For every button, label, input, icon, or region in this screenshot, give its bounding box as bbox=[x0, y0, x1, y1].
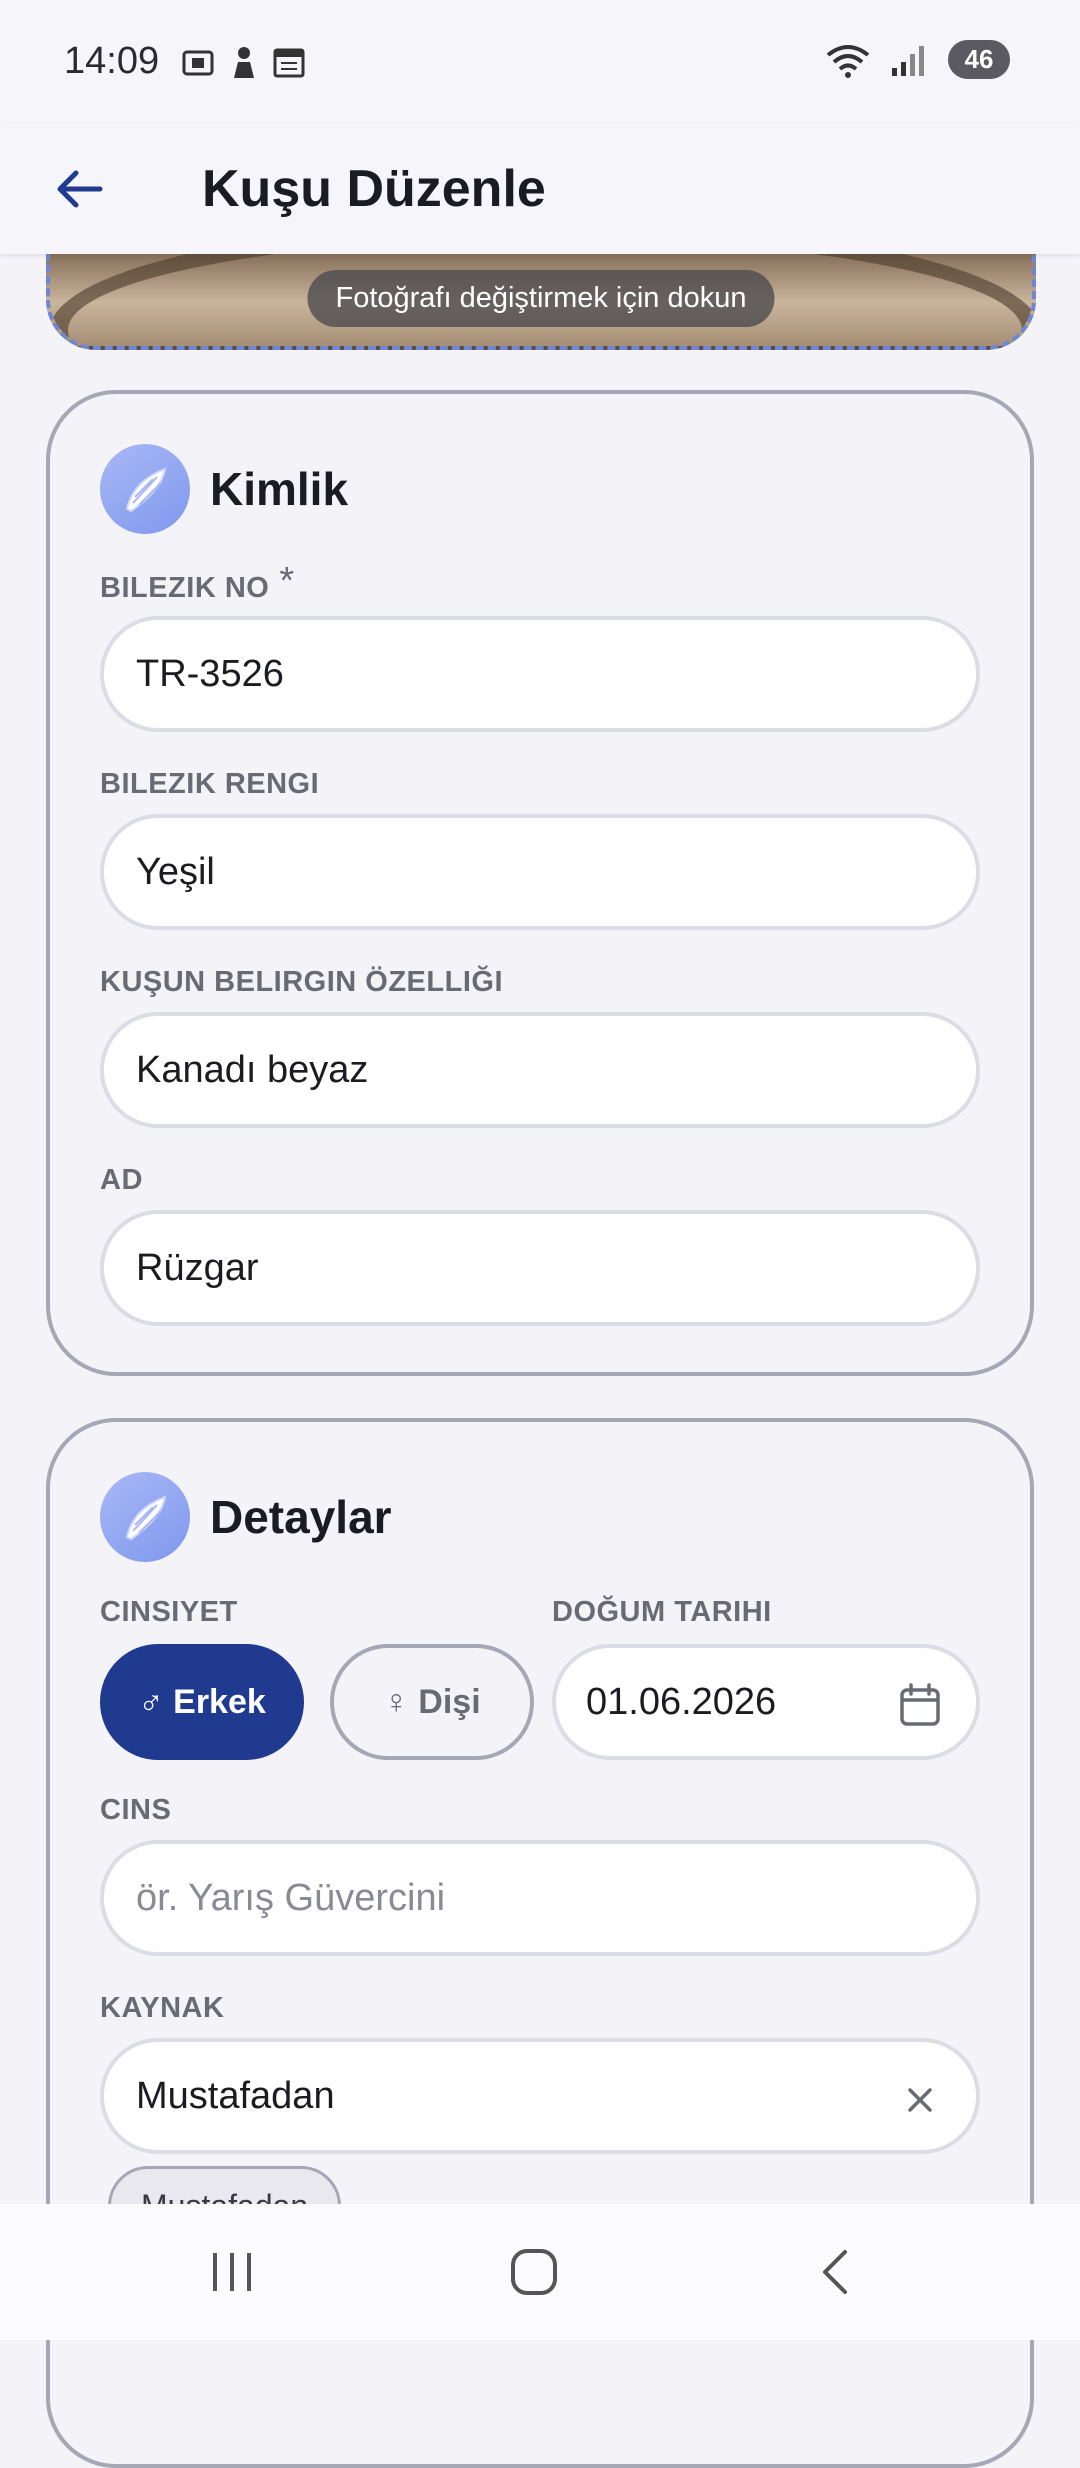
person-icon bbox=[234, 47, 254, 78]
name-field[interactable]: Rüzgar bbox=[100, 1210, 980, 1326]
details-header: Detaylar bbox=[100, 1472, 392, 1562]
source-label: KAYNAK bbox=[100, 1992, 225, 2024]
signal-icon bbox=[892, 45, 924, 76]
status-time: 14:09 bbox=[64, 40, 160, 82]
ring-no-label-text: BILEZIK NO bbox=[100, 572, 270, 604]
birth-date-label: DOĞUM TARIHI bbox=[552, 1596, 772, 1628]
status-icons-left bbox=[180, 44, 306, 80]
identity-title: Kimlik bbox=[210, 463, 349, 515]
system-nav-bar bbox=[0, 2204, 1080, 2340]
feature-label: KUŞUN BELIRGIN ÖZELLIĞI bbox=[100, 966, 503, 998]
breed-placeholder: ör. Yarış Güvercini bbox=[136, 1876, 446, 1919]
details-title: Detaylar bbox=[210, 1491, 392, 1543]
breed-field[interactable]: ör. Yarış Güvercini bbox=[100, 1840, 980, 1956]
close-icon[interactable] bbox=[900, 2080, 940, 2120]
battery-indicator: 46 bbox=[948, 40, 1010, 79]
recent-apps-icon bbox=[213, 2253, 251, 2291]
breed-label: CINS bbox=[100, 1794, 172, 1826]
calendar-icon[interactable] bbox=[898, 1682, 942, 1728]
back-button[interactable] bbox=[32, 141, 128, 237]
gender-male-button[interactable]: ♂ Erkek bbox=[100, 1644, 304, 1760]
recent-apps-button[interactable] bbox=[192, 2240, 272, 2304]
source-field[interactable]: Mustafadan bbox=[100, 2038, 980, 2154]
feature-field[interactable]: Kanadı beyaz bbox=[100, 1012, 980, 1128]
birth-date-value: 01.06.2026 bbox=[586, 1680, 777, 1723]
birth-date-field[interactable]: 01.06.2026 bbox=[552, 1644, 980, 1760]
screenshot-icon bbox=[182, 50, 214, 76]
name-value: Rüzgar bbox=[136, 1246, 259, 1289]
ring-color-field[interactable]: Yeşil bbox=[100, 814, 980, 930]
identity-header: Kimlik bbox=[100, 444, 348, 534]
app-bar: Kuşu Düzenle bbox=[0, 124, 1080, 254]
gender-label: CINSIYET bbox=[100, 1596, 238, 1628]
name-label: AD bbox=[100, 1164, 143, 1196]
wifi-icon bbox=[826, 44, 870, 78]
source-value: Mustafadan bbox=[136, 2074, 335, 2117]
ring-color-label: BILEZIK RENGI bbox=[100, 768, 320, 800]
system-back-button[interactable] bbox=[796, 2240, 876, 2304]
arrow-left-icon bbox=[57, 170, 103, 208]
identity-card: Kimlik BILEZIK NO * TR-3526 BILEZIK RENGI… bbox=[46, 390, 1034, 1376]
wing-icon bbox=[100, 444, 190, 534]
home-icon bbox=[511, 2249, 557, 2295]
page-title: Kuşu Düzenle bbox=[202, 160, 546, 218]
required-mark: * bbox=[279, 560, 295, 602]
ring-no-field[interactable]: TR-3526 bbox=[100, 616, 980, 732]
status-bar: 14:09 46 bbox=[0, 0, 1080, 124]
feature-value: Kanadı beyaz bbox=[136, 1048, 369, 1091]
ring-no-label: BILEZIK NO * bbox=[100, 560, 295, 607]
photo-hint: Fotoğrafı değiştirmek için dokun bbox=[307, 270, 775, 327]
gender-female-button[interactable]: ♀ Dişi bbox=[330, 1644, 534, 1760]
ring-color-value: Yeşil bbox=[136, 850, 215, 893]
wing-icon bbox=[100, 1472, 190, 1562]
ring-no-value: TR-3526 bbox=[136, 652, 284, 695]
calendar-icon bbox=[273, 48, 305, 78]
status-icons-right: 46 bbox=[824, 40, 1010, 79]
chevron-left-icon bbox=[823, 2250, 847, 2294]
home-button[interactable] bbox=[494, 2240, 574, 2304]
